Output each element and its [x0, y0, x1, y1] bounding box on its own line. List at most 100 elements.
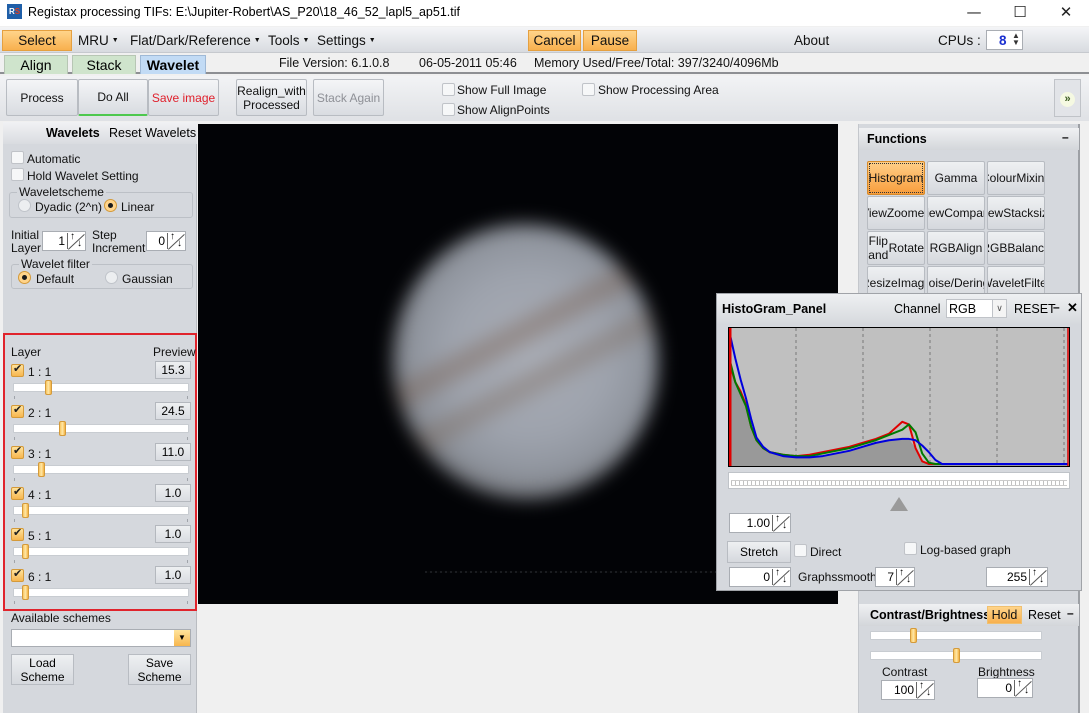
default-filter-radio[interactable] — [18, 271, 31, 284]
chevron-down-icon[interactable]: ∨ — [992, 300, 1006, 317]
select-button[interactable]: Select — [2, 30, 72, 51]
layer-slider-thumb[interactable] — [22, 503, 29, 518]
layer-sharpen-slider[interactable] — [13, 547, 189, 556]
direct-checkbox[interactable] — [794, 544, 807, 557]
automatic-checkbox[interactable] — [11, 151, 24, 164]
brightness-slider-thumb[interactable] — [953, 648, 960, 663]
do-all-button[interactable]: Do All — [78, 79, 148, 116]
layer-sharpen-slider[interactable] — [13, 383, 189, 392]
expand-panel-button[interactable]: » — [1054, 79, 1081, 117]
function-button-view-compare[interactable]: ViewCompare — [927, 196, 985, 230]
reset-wavelets-button[interactable]: Reset Wavelets — [109, 126, 196, 140]
histogram-range-ruler[interactable] — [728, 472, 1070, 489]
layer-enable-checkbox[interactable] — [11, 485, 24, 500]
layer-slider-thumb[interactable] — [22, 544, 29, 559]
menu-settings[interactable]: Settings ▼ — [313, 31, 380, 51]
layer-sharpen-slider[interactable] — [13, 506, 189, 515]
function-button-histogram[interactable]: Histogram — [867, 161, 925, 195]
reset-contrast-brightness-button[interactable]: Reset — [1028, 608, 1061, 622]
layer-preview-value[interactable]: 15.3 — [155, 361, 191, 379]
cpus-spinner[interactable]: 8 ▲ ▼ — [986, 30, 1023, 50]
graphsmooth-spinner[interactable]: 7 ↑ ↓ — [875, 567, 915, 587]
about-button[interactable]: About — [790, 31, 833, 51]
hold-wavelet-setting-checkbox[interactable] — [11, 168, 24, 181]
menu-mru[interactable]: MRU ▼ — [74, 31, 123, 51]
high-value-spinner[interactable]: 255 ↑ ↓ — [986, 567, 1048, 587]
layer-enable-checkbox[interactable] — [11, 526, 24, 541]
minimize-icon[interactable]: – — [1053, 300, 1060, 314]
channel-select[interactable]: RGB ∨ — [946, 299, 1007, 318]
menu-tools[interactable]: Tools ▼ — [264, 31, 313, 51]
step-increment-spinner[interactable]: 0 ↑ ↓ — [146, 231, 186, 251]
chevron-down-icon[interactable]: ▼ — [174, 630, 190, 646]
initial-layer-spinner[interactable]: 1 ↑ ↓ — [42, 231, 86, 251]
layer-slider-thumb[interactable] — [38, 462, 45, 477]
maximize-button[interactable]: ☐ — [997, 0, 1043, 26]
function-button-view-zoomed[interactable]: ViewZoomed — [867, 196, 925, 230]
show-processing-area-checkbox[interactable] — [582, 83, 595, 96]
layer-preview-value[interactable]: 11.0 — [155, 443, 191, 461]
spinner-arrows-icon[interactable]: ▲ ▼ — [1012, 32, 1020, 47]
close-button[interactable]: ✕ — [1043, 0, 1089, 26]
spinner-arrows-icon[interactable]: ↑ ↓ — [1029, 568, 1046, 585]
layer-slider-thumb[interactable] — [45, 380, 52, 395]
layer-preview-value[interactable]: 1.0 — [155, 566, 191, 584]
process-button[interactable]: Process — [6, 79, 78, 116]
spinner-arrows-icon[interactable]: ↑ ↓ — [772, 514, 789, 531]
function-button-view-stacksize[interactable]: ViewStacksize — [987, 196, 1045, 230]
stretch-button[interactable]: Stretch — [727, 541, 791, 563]
minimize-button[interactable]: — — [951, 0, 997, 26]
layer-sharpen-slider[interactable] — [13, 588, 189, 597]
close-icon[interactable]: ✕ — [1067, 300, 1078, 316]
show-full-image-checkbox[interactable] — [442, 83, 455, 96]
layer-enable-checkbox[interactable] — [11, 567, 24, 582]
function-button-rgb-align[interactable]: RGB Align — [927, 231, 985, 265]
layer-preview-value[interactable]: 24.5 — [155, 402, 191, 420]
function-button-gamma[interactable]: Gamma — [927, 161, 985, 195]
layer-slider-thumb[interactable] — [59, 421, 66, 436]
collapse-icon[interactable]: – — [1067, 606, 1074, 620]
contrast-spinner[interactable]: 100 ↑ ↓ — [881, 680, 935, 700]
pause-button[interactable]: Pause — [583, 30, 637, 51]
tab-wavelet[interactable]: Wavelet — [140, 55, 206, 74]
histogram-panel-header[interactable]: HistoGram_Panel Channel RGB ∨ RESET – ✕ — [717, 294, 1081, 324]
gaussian-filter-radio[interactable] — [105, 271, 118, 284]
function-button-colour-mixing[interactable]: ColourMixing — [987, 161, 1045, 195]
collapse-icon[interactable]: – — [1062, 130, 1069, 144]
realign-with-processed-button[interactable]: Realign_with Processed — [236, 79, 307, 116]
menu-flat-dark-reference[interactable]: Flat/Dark/Reference ▼ — [126, 31, 265, 51]
layer-enable-checkbox[interactable] — [11, 444, 24, 459]
function-button-flip-and-rotate[interactable]: Flip and Rotate — [867, 231, 925, 265]
stack-again-button[interactable]: Stack Again — [313, 79, 384, 116]
layer-slider-thumb[interactable] — [22, 585, 29, 600]
tab-align[interactable]: Align — [4, 55, 68, 74]
contrast-slider[interactable] — [870, 631, 1042, 640]
save-image-button[interactable]: Save image — [148, 79, 219, 116]
layer-preview-value[interactable]: 1.0 — [155, 484, 191, 502]
schemes-dropdown[interactable]: ▼ — [11, 629, 191, 647]
gamma-spinner[interactable]: 1.00 ↑ ↓ — [729, 513, 791, 533]
hold-button[interactable]: Hold — [987, 606, 1022, 624]
layer-sharpen-slider[interactable] — [13, 424, 189, 433]
layer-enable-checkbox[interactable] — [11, 403, 24, 418]
layer-enable-checkbox[interactable] — [11, 362, 24, 377]
spinner-arrows-icon[interactable]: ↑ ↓ — [772, 568, 789, 585]
contrast-slider-thumb[interactable] — [910, 628, 917, 643]
linear-radio[interactable] — [104, 199, 117, 212]
spinner-arrows-icon[interactable]: ↑ ↓ — [916, 681, 933, 698]
function-button-rgb-balance[interactable]: RGBBalance — [987, 231, 1045, 265]
spinner-arrows-icon[interactable]: ↑ ↓ — [67, 232, 84, 249]
cancel-button[interactable]: Cancel — [528, 30, 581, 51]
histogram-reset-button[interactable]: RESET — [1014, 302, 1056, 316]
histogram-graph[interactable] — [728, 327, 1070, 467]
show-alignpoints-checkbox[interactable] — [442, 103, 455, 116]
midpoint-marker-icon[interactable] — [890, 497, 908, 511]
spinner-arrows-icon[interactable]: ↑ ↓ — [1014, 679, 1031, 696]
tab-stack[interactable]: Stack — [72, 55, 136, 74]
dyadic-radio[interactable] — [18, 199, 31, 212]
brightness-spinner[interactable]: 0 ↑ ↓ — [977, 678, 1033, 698]
low-value-spinner[interactable]: 0 ↑ ↓ — [729, 567, 791, 587]
spinner-arrows-icon[interactable]: ↑ ↓ — [167, 232, 184, 249]
load-scheme-button[interactable]: Load Scheme — [11, 654, 74, 685]
spinner-arrows-icon[interactable]: ↑ ↓ — [896, 568, 913, 585]
